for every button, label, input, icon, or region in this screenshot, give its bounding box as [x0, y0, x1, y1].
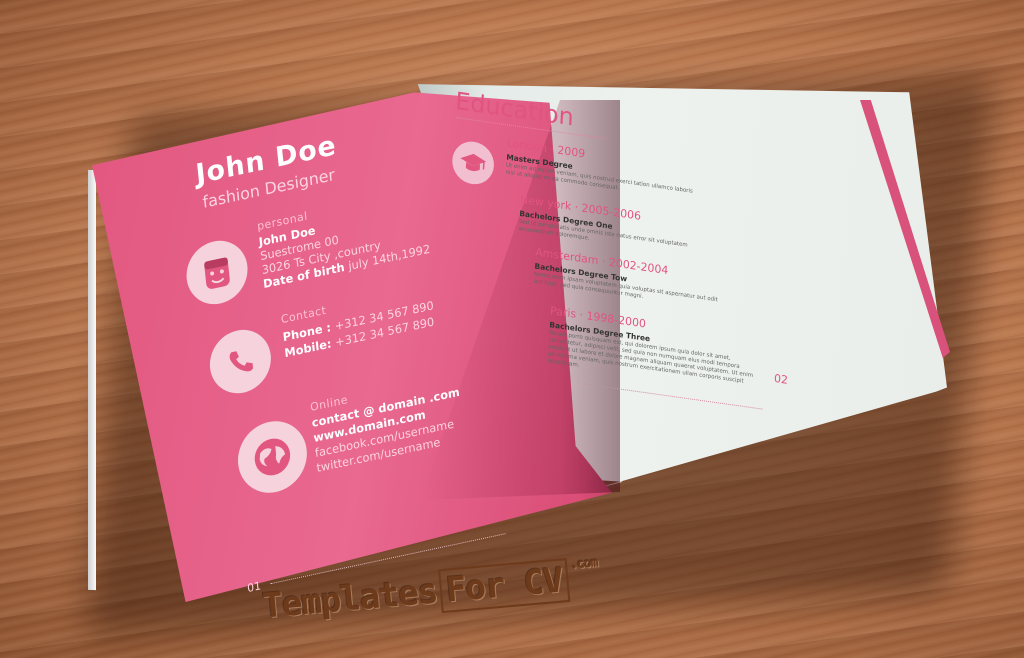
edu-city-1: London	[506, 136, 548, 156]
phone-icon	[206, 324, 274, 400]
education-content: Education London · 2009 Masters Degree U…	[433, 87, 826, 464]
person-face-icon	[183, 235, 251, 310]
globe-icon	[234, 414, 311, 500]
watermark-part-3: .com	[569, 555, 599, 573]
graduation-cap-icon	[451, 138, 496, 187]
edu-year-1: 2009	[557, 143, 586, 161]
page-stack	[88, 169, 96, 591]
edu-city-4: Paris	[549, 304, 577, 321]
scene: John Doe fashion Designer personal John …	[0, 0, 1024, 658]
right-page-number: 02	[773, 371, 789, 387]
edu-desc-4: Neque porro quisquam est, qui dolorem ip…	[547, 330, 754, 385]
